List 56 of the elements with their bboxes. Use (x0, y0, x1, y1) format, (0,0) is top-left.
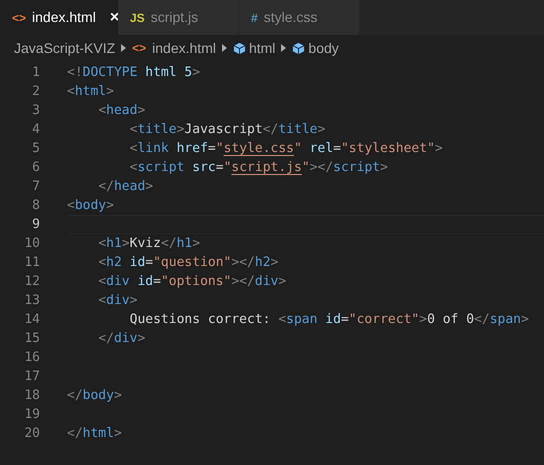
tab-label: script.js (150, 8, 198, 27)
code-line: <title>Javascript</title> (128, 122, 326, 137)
breadcrumb-item[interactable]: index.html (152, 38, 216, 58)
line-number: 17 (23, 368, 40, 386)
line-number: 1 (31, 64, 40, 82)
code-line: <h1>Kviz</h1> (97, 236, 200, 251)
line-number: 4 (31, 120, 40, 139)
line-number: 16 (23, 348, 40, 367)
line-number: 2 (31, 82, 40, 101)
line-number: 9 (31, 216, 40, 234)
code-line: </html> (67, 426, 122, 441)
breadcrumb-item[interactable]: JavaScript-KVIZ (14, 38, 116, 58)
chevron-icon (222, 44, 227, 52)
code-line: <head> (97, 103, 146, 118)
code-line: <div> (97, 293, 138, 308)
breadcrumb-item[interactable]: html (248, 38, 276, 58)
line-number: 5 (31, 140, 40, 158)
editor-tab[interactable]: <> index.html × (0, 0, 118, 35)
cube-icon (232, 42, 246, 54)
line-number: 19 (23, 406, 40, 424)
code-line: <body> (67, 198, 114, 213)
close-icon[interactable]: × (110, 6, 120, 30)
chevron-icon (121, 44, 126, 52)
line-number: 13 (23, 292, 40, 310)
line-number: 8 (31, 196, 40, 215)
line-number: 15 (23, 330, 40, 348)
tab-label: style.css (264, 8, 318, 27)
code-line: <div id="options"></div> (97, 274, 286, 289)
line-number: 20 (23, 424, 40, 443)
file-type-icon: <> (132, 39, 146, 57)
editor-tab[interactable]: JS script.js (118, 0, 239, 35)
line-number: 3 (31, 102, 40, 120)
file-type-icon: # (251, 8, 258, 26)
editor-tab[interactable]: # style.css (239, 0, 360, 35)
line-number: 11 (23, 254, 40, 272)
line-number: 12 (23, 272, 40, 291)
code-line: Questions correct: <span id="correct">0 of 0</span> (128, 312, 529, 327)
line-number: 18 (23, 386, 40, 405)
chevron-icon (281, 44, 286, 52)
line-number: 10 (23, 234, 40, 253)
line-number: 6 (31, 158, 40, 177)
breadcrumb-item[interactable]: body (308, 38, 339, 58)
code-line: <script src="script.js"></script> (128, 160, 388, 175)
line-number: 14 (23, 310, 40, 329)
code-line: <html> (67, 84, 114, 99)
code-line: <!DOCTYPE html 5> (67, 65, 200, 80)
code-line: </div> (97, 331, 146, 346)
code-line: <h2 id="question"></h2> (97, 255, 278, 270)
file-type-icon: <> (12, 8, 26, 26)
code-line: <link href="style.css" rel="stylesheet"> (128, 141, 443, 156)
cube-icon (292, 42, 306, 54)
code-line: </head> (97, 179, 154, 194)
line-number: 7 (31, 178, 40, 196)
code-line: </body> (67, 388, 122, 403)
tab-label: index.html (32, 8, 96, 27)
file-type-icon: JS (130, 8, 145, 26)
